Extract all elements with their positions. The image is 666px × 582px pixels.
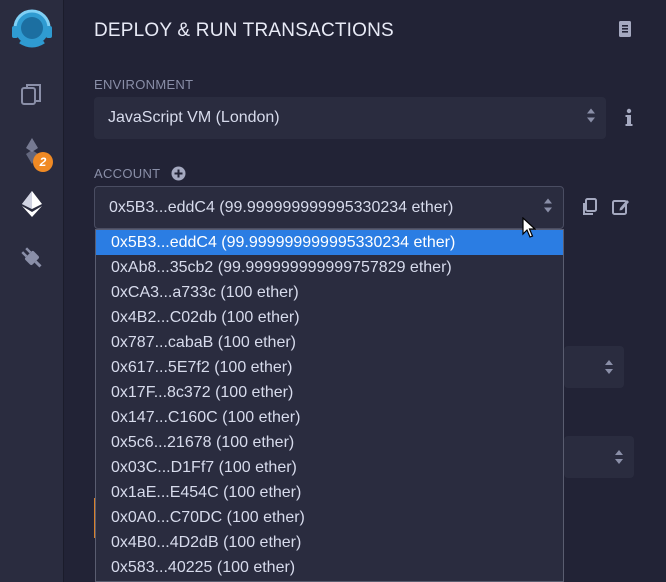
account-select[interactable]: 0x5B3...eddC4 (99.999999999995330234 eth… [94,186,564,229]
account-option[interactable]: 0x1aE...E454C (100 ether) [96,480,563,505]
solidity-compiler-icon[interactable] [0,133,63,169]
plugin-manager-icon[interactable] [0,240,63,276]
ethereum-deploy-icon[interactable] [0,186,63,222]
account-option[interactable]: 0x617...5E7f2 (100 ether) [96,355,563,380]
account-option[interactable]: 0x147...C160C (100 ether) [96,405,563,430]
file-explorer-icon[interactable] [0,78,63,112]
info-icon[interactable] [624,108,634,133]
account-option[interactable]: 0x03C...D1Ff7 (100 ether) [96,455,563,480]
environment-select[interactable]: JavaScript VM (London) [94,97,606,139]
account-label: ACCOUNT [94,166,161,181]
edit-icon[interactable] [612,198,630,221]
account-option[interactable]: 0x0A0...C70DC (100 ether) [96,505,563,530]
account-value: 0x5B3...eddC4 (99.999999999995330234 eth… [109,198,454,216]
contract-select[interactable] [564,436,634,478]
compiler-badge: 2 [33,152,53,172]
gas-limit-select[interactable] [564,346,624,388]
environment-label: ENVIRONMENT [94,77,194,92]
mouse-cursor-icon [522,216,537,244]
account-option[interactable]: 0x4B2...C02db (100 ether) [96,305,563,330]
select-arrows-icon [586,108,596,129]
documentation-icon[interactable] [617,20,633,43]
remix-logo-icon[interactable] [0,4,63,54]
account-dropdown-list[interactable]: 0x5B3...eddC4 (99.999999999995330234 eth… [95,229,564,582]
account-option[interactable]: 0x17F...8c372 (100 ether) [96,380,563,405]
select-arrows-icon [543,197,553,218]
copy-icon[interactable] [581,198,599,221]
icon-sidebar: 2 [0,0,64,582]
account-option[interactable]: 0x5B3...eddC4 (99.999999999995330234 eth… [96,230,563,255]
account-option[interactable]: 0x583...40225 (100 ether) [96,555,563,580]
account-option[interactable]: 0xAb8...35cb2 (99.999999999999757829 eth… [96,255,563,280]
account-option[interactable]: 0x5c6...21678 (100 ether) [96,430,563,455]
add-account-icon[interactable] [171,166,186,186]
account-option[interactable]: 0x787...cabaB (100 ether) [96,330,563,355]
account-option[interactable]: 0xCA3...a733c (100 ether) [96,280,563,305]
account-option[interactable]: 0x4B0...4D2dB (100 ether) [96,530,563,555]
panel-title: DEPLOY & RUN TRANSACTIONS [94,20,394,41]
environment-value: JavaScript VM (London) [108,109,280,126]
